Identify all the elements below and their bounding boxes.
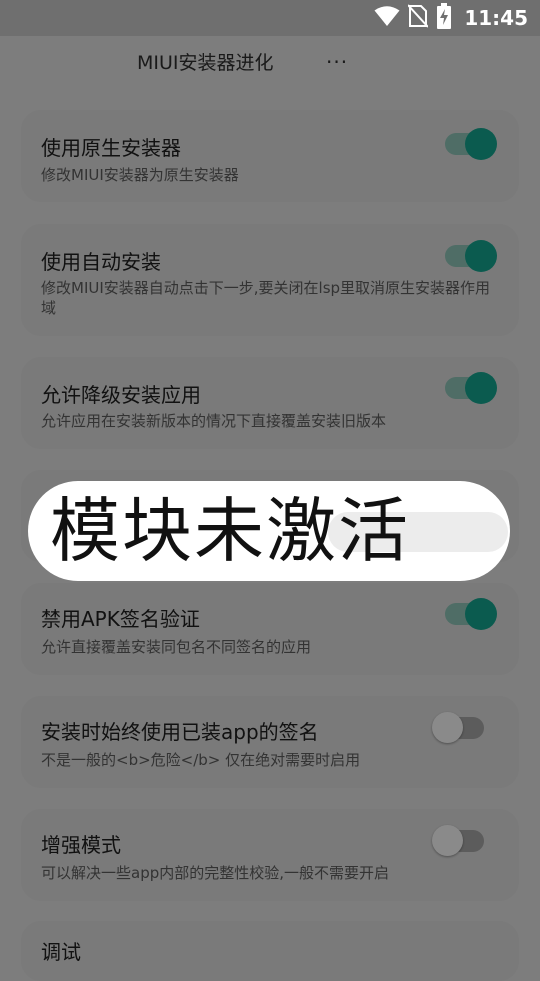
toast-module-not-activated: 模块未激活	[28, 481, 510, 581]
toggle-thumb	[432, 712, 463, 743]
toggle-thumb	[432, 825, 463, 856]
setting-subtitle: 允许应用在安装新版本的情况下直接覆盖安装旧版本	[41, 412, 387, 430]
setting-title: 安装时始终使用已装app的签名	[41, 720, 319, 744]
setting-title: 允许降级安装应用	[41, 383, 201, 407]
setting-title: 禁用APK签名验证	[41, 607, 200, 631]
status-bar: 11:45	[0, 0, 540, 36]
setting-card-native-installer[interactable]: 使用原生安装器 修改MIUI安装器为原生安装器	[21, 110, 519, 202]
toggle-thumb	[465, 372, 497, 404]
setting-card-enhanced-mode[interactable]: 增强模式 可以解决一些app内部的完整性校验,一般不需要开启	[21, 809, 519, 901]
setting-card-auto-install[interactable]: 使用自动安装 修改MIUI安装器自动点击下一步,要关闭在lsp里取消原生安装器作…	[21, 224, 519, 336]
status-icons: 11:45	[374, 0, 528, 36]
wifi-icon	[374, 5, 400, 31]
toggle-thumb	[465, 128, 497, 160]
no-sim-icon	[407, 4, 430, 32]
setting-card-allow-downgrade[interactable]: 允许降级安装应用 允许应用在安装新版本的情况下直接覆盖安装旧版本	[21, 357, 519, 449]
setting-subtitle: 可以解决一些app内部的完整性校验,一般不需要开启	[41, 864, 390, 882]
clock: 11:45	[464, 6, 528, 30]
toast-message: 模块未激活	[50, 490, 410, 572]
setting-card-use-installed-signature[interactable]: 安装时始终使用已装app的签名 不是一般的<b>危险</b> 仅在绝对需要时启用	[21, 696, 519, 788]
setting-subtitle: 修改MIUI安装器自动点击下一步,要关闭在lsp里取消原生安装器作用域	[41, 279, 491, 317]
setting-card-debug[interactable]: 调试	[21, 921, 519, 981]
setting-title: 使用自动安装	[41, 250, 161, 274]
setting-title: 调试	[41, 940, 81, 964]
setting-title: 使用原生安装器	[41, 136, 181, 160]
setting-subtitle: 不是一般的<b>危险</b> 仅在绝对需要时启用	[41, 751, 361, 769]
setting-subtitle: 修改MIUI安装器为原生安装器	[41, 166, 239, 184]
more-options-button[interactable]: ...	[326, 44, 348, 68]
app-bar: MIUI安装器进化 ...	[0, 36, 540, 86]
toggle-thumb	[465, 240, 497, 272]
setting-subtitle: 允许直接覆盖安装同包名不同签名的应用	[41, 638, 312, 656]
setting-title: 增强模式	[41, 833, 121, 857]
battery-charging-icon	[436, 3, 452, 33]
setting-card-disable-signature[interactable]: 禁用APK签名验证 允许直接覆盖安装同包名不同签名的应用	[21, 583, 519, 675]
app-title: MIUI安装器进化	[137, 52, 274, 74]
toggle-thumb	[465, 598, 497, 630]
